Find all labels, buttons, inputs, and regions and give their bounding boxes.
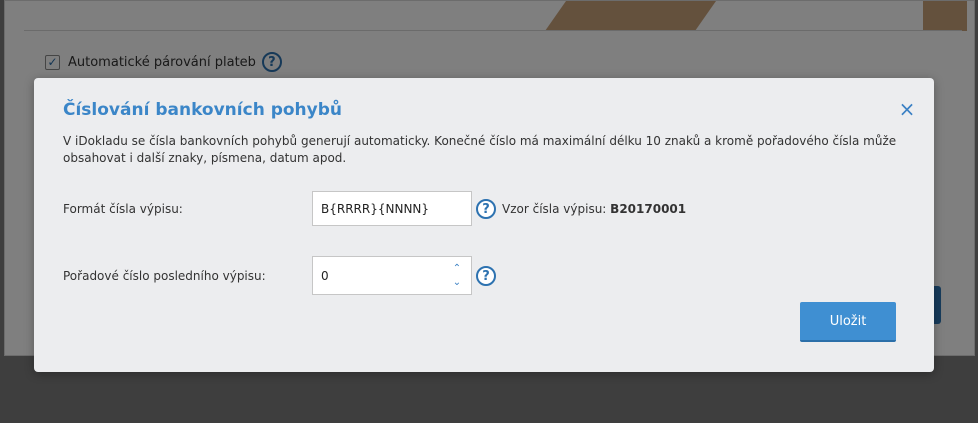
help-icon[interactable]: ? [476, 266, 496, 286]
order-number-input[interactable] [312, 256, 472, 295]
dialog-title: Číslování bankovních pohybů [63, 100, 343, 120]
help-icon[interactable]: ? [476, 199, 496, 219]
format-input[interactable] [312, 191, 472, 226]
close-icon[interactable]: × [898, 99, 916, 119]
format-label: Formát čísla výpisu: [63, 202, 183, 216]
order-number-stepper[interactable]: ⌃ ⌄ [450, 262, 464, 290]
bank-numbering-dialog: Číslování bankovních pohybů × V iDokladu… [34, 78, 934, 372]
save-button[interactable]: Uložit [800, 302, 896, 342]
example-value: B20170001 [610, 202, 687, 216]
example-label: Vzor čísla výpisu: [502, 202, 607, 216]
dialog-description: V iDokladu se čísla bankovních pohybů ge… [63, 134, 897, 165]
chevron-down-icon[interactable]: ⌄ [450, 276, 464, 290]
format-example: Vzor čísla výpisu: B20170001 [502, 202, 686, 216]
order-label: Pořadové číslo posledního výpisu: [63, 269, 266, 283]
chevron-up-icon[interactable]: ⌃ [450, 262, 464, 276]
